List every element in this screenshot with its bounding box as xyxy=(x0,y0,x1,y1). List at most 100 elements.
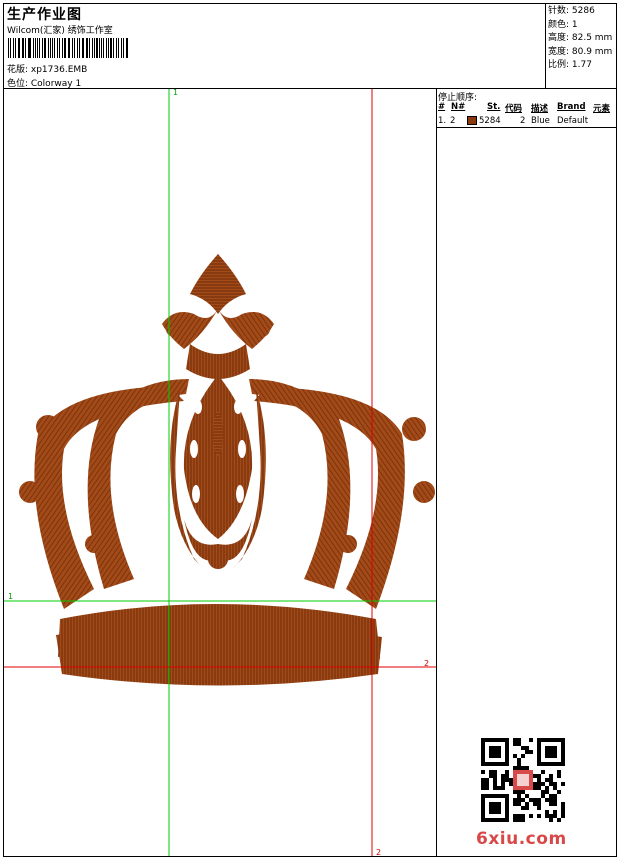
barcode-bar xyxy=(74,38,75,58)
qr-module xyxy=(517,794,521,798)
qr-module xyxy=(553,810,557,814)
barcode-bar xyxy=(107,38,109,58)
row-brand: Default xyxy=(557,116,589,126)
qr-module xyxy=(517,766,521,770)
barcode-bar xyxy=(120,38,122,58)
barcode-bar xyxy=(58,38,60,58)
qr-module xyxy=(537,806,541,810)
qr-module xyxy=(513,742,517,746)
qr-module xyxy=(537,798,541,802)
qr-module xyxy=(549,798,553,802)
barcode-bar xyxy=(88,38,91,58)
qr-module xyxy=(517,762,521,766)
qr-module xyxy=(493,786,497,790)
qr-module xyxy=(521,798,525,802)
row-needle: 2 xyxy=(450,116,456,126)
qr-module xyxy=(557,790,561,794)
barcode-bar xyxy=(98,38,100,58)
color-count: 颜色: 1 xyxy=(548,19,578,30)
qr-module xyxy=(501,782,505,786)
barcode-bar xyxy=(118,38,119,58)
barcode-bar xyxy=(27,38,29,58)
row-code: 2 xyxy=(520,116,526,126)
qr-module xyxy=(549,818,553,822)
barcode-bar xyxy=(14,38,16,58)
qr-module xyxy=(497,786,501,790)
qr-module xyxy=(533,802,537,806)
barcode-bar xyxy=(81,38,83,58)
qr-module xyxy=(521,818,525,822)
qr-module xyxy=(513,814,517,818)
qr-module xyxy=(505,778,509,782)
barcode-bar xyxy=(96,38,98,58)
barcode-bar xyxy=(8,38,10,58)
qr-module xyxy=(513,754,517,758)
guide-label-green-left: 1 xyxy=(8,592,14,601)
barcode-bar xyxy=(17,38,19,58)
barcode-bar xyxy=(54,38,56,58)
qr-module xyxy=(509,778,513,782)
qr-module xyxy=(517,814,521,818)
qr-module xyxy=(529,750,533,754)
design-file: 花版: xp1736.EMB xyxy=(7,65,88,75)
qr-module xyxy=(521,754,525,758)
qr-module xyxy=(553,794,557,798)
qr-module xyxy=(537,778,541,782)
barcode-bar xyxy=(106,38,107,58)
qr-module xyxy=(529,798,533,802)
qr-module xyxy=(553,786,557,790)
qr-module xyxy=(517,774,529,786)
qr-module xyxy=(521,766,525,770)
qr-module xyxy=(549,814,553,818)
barcode-bar xyxy=(22,38,24,58)
barcode-bar xyxy=(122,38,124,58)
qr-module xyxy=(553,814,557,818)
stats-panel: 针数: 5286 颜色: 1 高度: 82.5 mm 宽度: 80.9 mm 比… xyxy=(548,5,612,73)
design-ratio: 比例: 1.77 xyxy=(548,60,592,70)
qr-module xyxy=(481,782,485,786)
qr-module xyxy=(493,770,497,774)
qr-module xyxy=(529,814,533,818)
barcode-bar xyxy=(85,38,88,58)
barcode-bar xyxy=(29,38,31,58)
qr-module xyxy=(513,802,517,806)
qr-module xyxy=(541,794,545,798)
qr-module xyxy=(501,774,505,778)
barcode-bar xyxy=(37,38,39,58)
qr-module xyxy=(525,802,529,806)
barcode-bar xyxy=(92,38,93,58)
barcode-bar xyxy=(44,38,46,58)
qr-module xyxy=(481,770,485,774)
row-index: 1. xyxy=(438,116,447,126)
qr-module xyxy=(501,786,505,790)
page-title: 生产作业图 xyxy=(7,7,82,23)
qr-module xyxy=(489,774,493,778)
barcode-bar xyxy=(67,38,69,58)
barcode xyxy=(8,38,130,58)
qr-module xyxy=(485,782,489,786)
qr-module xyxy=(541,790,545,794)
qr-module xyxy=(557,818,561,822)
row-stitches: 5284 xyxy=(479,116,501,126)
qr-module xyxy=(521,806,525,810)
barcode-bar xyxy=(41,38,43,58)
thread-color-swatch xyxy=(467,116,477,125)
barcode-bar xyxy=(93,38,95,58)
barcode-bar xyxy=(83,38,84,58)
qr-module xyxy=(493,782,497,786)
colorway: 色位: Colorway 1 xyxy=(7,79,82,89)
qr-module xyxy=(529,738,533,742)
barcode-bar xyxy=(113,38,115,58)
qr-module xyxy=(549,802,553,806)
qr-module xyxy=(485,786,489,790)
guide-label-green-top: 1 xyxy=(173,88,179,97)
qr-module xyxy=(545,798,549,802)
qr-module xyxy=(561,802,565,806)
qr-module xyxy=(517,798,521,802)
qr-module xyxy=(513,798,517,802)
qr-module xyxy=(493,778,497,782)
qr-module xyxy=(489,746,501,758)
qr-module xyxy=(533,774,537,778)
qr-module xyxy=(501,778,505,782)
qr-module xyxy=(505,770,509,774)
